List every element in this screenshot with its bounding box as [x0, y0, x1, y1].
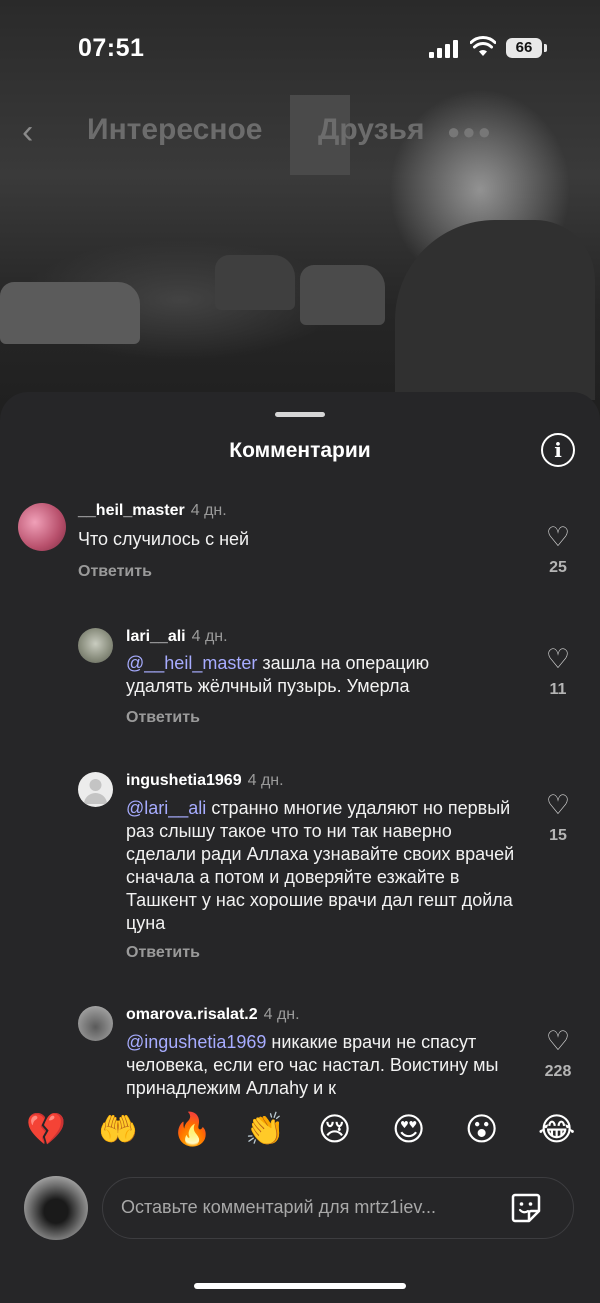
- home-indicator[interactable]: [194, 1283, 406, 1289]
- friends-avatars-icon[interactable]: ●●●: [447, 119, 493, 145]
- sheet-title: Комментарии: [229, 439, 371, 462]
- comment-username[interactable]: __heil_master: [78, 502, 185, 519]
- emoji-palms-up[interactable]: 🤲: [98, 1110, 138, 1148]
- avatar[interactable]: [78, 772, 113, 807]
- comments-sheet: Комментарии i __heil_master 4 дн. Что слу…: [0, 392, 600, 1303]
- status-time: 07:51: [78, 34, 145, 62]
- comment-item: omarova.risalat.2 4 дн. @ingushetia1969 н…: [0, 1004, 600, 1109]
- like-count: 15: [549, 827, 567, 844]
- reply-button[interactable]: Ответить: [78, 563, 152, 581]
- comment-text: @lari__ali странно многие удаляют но пер…: [126, 797, 521, 935]
- avatar[interactable]: [78, 1006, 113, 1041]
- drag-handle[interactable]: [275, 412, 325, 417]
- heart-icon[interactable]: ♡: [538, 646, 578, 673]
- comment-username[interactable]: ingushetia1969: [126, 772, 242, 789]
- emoji-fire[interactable]: 🔥: [172, 1110, 212, 1148]
- like-control[interactable]: ♡ 15: [538, 792, 578, 845]
- default-avatar-icon: [84, 779, 107, 804]
- status-bar: 07:51 66: [0, 0, 600, 96]
- battery-indicator: 66: [506, 38, 542, 58]
- emoji-clapping[interactable]: 👏: [245, 1110, 285, 1148]
- avatar[interactable]: [18, 503, 66, 551]
- comment-composer: Оставьте комментарий для mrtz1iev...: [0, 1168, 600, 1248]
- emoji-broken-heart[interactable]: 💔: [26, 1110, 66, 1148]
- emoji-laughing[interactable]: 😂: [538, 1110, 575, 1148]
- back-chevron-icon[interactable]: ‹: [22, 113, 33, 152]
- heart-icon[interactable]: ♡: [538, 1028, 578, 1055]
- like-count: 25: [549, 559, 567, 576]
- like-control[interactable]: ♡ 25: [538, 524, 578, 577]
- emoji-surprised[interactable]: 😮: [465, 1110, 498, 1148]
- signal-icon: [429, 40, 459, 58]
- car-shape: [215, 255, 295, 310]
- mention-link[interactable]: @__heil_master: [126, 653, 257, 673]
- comment-age: 4 дн.: [263, 1006, 300, 1023]
- comment-meta: ingushetia1969 4 дн.: [126, 772, 284, 790]
- emoji-crying[interactable]: 😢: [318, 1110, 351, 1148]
- sticker-icon[interactable]: [509, 1191, 543, 1225]
- avatar[interactable]: [78, 628, 113, 663]
- comment-age: 4 дн.: [191, 628, 228, 645]
- comment-age: 4 дн.: [247, 772, 284, 789]
- comment-input[interactable]: Оставьте комментарий для mrtz1iev...: [102, 1177, 574, 1239]
- mention-link[interactable]: @lari__ali: [126, 798, 206, 818]
- person-silhouette: [395, 220, 595, 400]
- comment-meta: omarova.risalat.2 4 дн.: [126, 1006, 300, 1024]
- like-control[interactable]: ♡ 11: [538, 646, 578, 699]
- tab-friends[interactable]: Друзья: [318, 113, 424, 147]
- battery-tip: [544, 44, 547, 52]
- emoji-reaction-bar: 💔 🤲 🔥 👏 😢 😍 😮 😂: [0, 1110, 600, 1158]
- comment-meta: __heil_master 4 дн.: [78, 502, 227, 520]
- reply-button[interactable]: Ответить: [126, 709, 200, 727]
- heart-icon[interactable]: ♡: [538, 792, 578, 819]
- comment-input-placeholder: Оставьте комментарий для mrtz1iev...: [121, 1197, 437, 1217]
- comment-username[interactable]: omarova.risalat.2: [126, 1006, 258, 1023]
- wifi-icon: [470, 36, 496, 56]
- tab-explore[interactable]: Интересное: [87, 113, 263, 147]
- car-shape: [0, 282, 140, 344]
- comment-body: странно многие удаляют но первый раз слы…: [126, 798, 515, 933]
- info-icon[interactable]: i: [541, 433, 575, 467]
- like-control[interactable]: ♡ 228: [538, 1028, 578, 1081]
- avatar[interactable]: [24, 1176, 88, 1240]
- car-shape: [300, 265, 385, 325]
- comment-meta: lari__ali 4 дн.: [126, 628, 228, 646]
- comment-age: 4 дн.: [190, 502, 227, 519]
- reply-button[interactable]: Ответить: [126, 944, 200, 962]
- top-navigation: ‹ Интересное Друзья ●●●: [0, 105, 600, 155]
- heart-icon[interactable]: ♡: [538, 524, 578, 551]
- like-count: 11: [549, 681, 567, 698]
- comment-text: @ingushetia1969 никакие врачи не спасут …: [126, 1031, 516, 1100]
- comment-text: Что случилось с ней: [78, 528, 518, 551]
- comment-body: Что случилось с ней: [78, 529, 250, 549]
- mention-link[interactable]: @ingushetia1969: [126, 1032, 266, 1052]
- emoji-heart-eyes[interactable]: 😍: [392, 1110, 425, 1148]
- like-count: 228: [544, 1063, 572, 1080]
- comment-text: @__heil_master зашла на операцию удалять…: [126, 652, 496, 698]
- comment-username[interactable]: lari__ali: [126, 628, 186, 645]
